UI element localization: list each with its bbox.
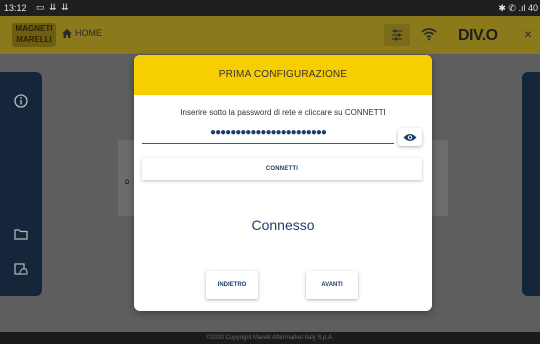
connection-status: Connesso xyxy=(251,217,315,233)
settings-button[interactable] xyxy=(384,24,410,46)
close-icon[interactable]: × xyxy=(524,26,532,42)
first-configuration-dialog: PRIMA CONFIGURAZIONE Inserire sotto la p… xyxy=(134,55,432,311)
dialog-title: PRIMA CONFIGURAZIONE xyxy=(134,55,432,95)
info-icon[interactable] xyxy=(14,94,28,108)
wifi-icon[interactable] xyxy=(421,27,437,41)
connect-button[interactable]: CONNETTI xyxy=(142,158,422,180)
right-sidebar xyxy=(522,72,540,296)
car-document-icon[interactable] xyxy=(14,262,28,276)
back-button[interactable]: INDIETRO xyxy=(206,271,258,299)
show-password-button[interactable] xyxy=(398,128,422,146)
magneti-marelli-logo: MAGNETI MARELLI xyxy=(12,23,56,47)
eye-icon xyxy=(403,133,417,141)
clock: 13:12 xyxy=(4,3,27,13)
notification-icons: ▭ ⇊ ⇊ xyxy=(36,2,70,13)
footer-copyright: ©2020 Copyright Marelli Aftermarket Ital… xyxy=(0,332,540,344)
dialog-instructions: Inserire sotto la password di rete e cli… xyxy=(180,108,386,117)
download-icon: ⇊ xyxy=(61,2,70,12)
home-label: HOME xyxy=(75,28,102,38)
app-header: MAGNETI MARELLI HOME DIV.O × xyxy=(0,16,540,54)
download-icon: ⇊ xyxy=(49,2,58,12)
home-link[interactable]: HOME xyxy=(62,28,102,38)
home-icon xyxy=(62,28,72,38)
password-value: ●●●●●●●●●●●●●●●●●●●●●●● xyxy=(210,127,327,138)
status-bar: 13:12 ▭ ⇊ ⇊ ✱ ✆ .ıl 40 xyxy=(0,0,540,16)
image-icon: ▭ xyxy=(36,2,46,12)
password-field[interactable]: ●●●●●●●●●●●●●●●●●●●●●●● xyxy=(142,125,394,144)
sliders-icon xyxy=(392,29,402,41)
left-sidebar xyxy=(0,72,42,296)
brand-logo: DIV.O xyxy=(458,27,498,44)
folder-icon[interactable] xyxy=(14,228,28,240)
next-button[interactable]: AVANTI xyxy=(306,271,358,299)
system-status: ✱ ✆ .ıl 40 xyxy=(498,3,538,13)
background-card-label: D xyxy=(125,180,130,186)
